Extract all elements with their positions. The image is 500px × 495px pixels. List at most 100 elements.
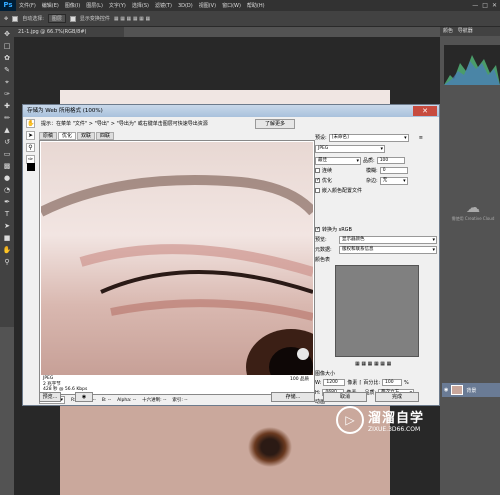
optimized-checkbox[interactable]: ✓ (315, 178, 320, 183)
auto-select-dropdown[interactable]: 图层 (47, 14, 66, 23)
preview-button[interactable]: 预览... (39, 392, 61, 402)
watermark-logo-icon: ▷ (336, 406, 364, 434)
menu-file[interactable]: 文件(F) (16, 2, 39, 9)
marquee-icon[interactable]: □ (2, 41, 12, 51)
learn-more-button[interactable]: 了解更多 (255, 119, 295, 129)
optimize-settings: 预设: [未命名] ≡ JPEG 最佳 品质: 100 连续 模糊: 0 ✓ 优… (315, 129, 439, 407)
move-tool-icon[interactable]: ✥ (4, 16, 8, 22)
document-tab[interactable]: 21-1.jpg @ 66.7%(RGB/8#) (14, 27, 124, 37)
path-select-icon[interactable]: ➤ (2, 221, 12, 231)
menu-image[interactable]: 图像(I) (62, 2, 83, 9)
lasso-icon[interactable]: ✿ (2, 53, 12, 63)
color-table-label: 颜色表 (315, 257, 331, 263)
hand-icon[interactable]: ✋ (26, 119, 35, 128)
histogram-panel (444, 45, 500, 85)
align-icons[interactable]: ▦ ▦ ▦ ▦ ▦ ▦ (114, 16, 150, 22)
quick-select-icon[interactable]: ✎ (2, 65, 12, 75)
menu-filter[interactable]: 滤镜(T) (152, 2, 175, 9)
metadata-dropdown[interactable]: 版权和联系信息 (339, 245, 437, 254)
preview-image[interactable] (41, 142, 313, 375)
healing-icon[interactable]: ✚ (2, 101, 12, 111)
menu-layer[interactable]: 图层(L) (83, 2, 106, 9)
matte-dropdown[interactable]: 无 (379, 176, 408, 185)
dodge-icon[interactable]: ◔ (2, 185, 12, 195)
menu-view[interactable]: 视图(V) (196, 2, 219, 9)
hand-icon[interactable]: ✋ (2, 245, 12, 255)
blur-field[interactable]: 0 (379, 167, 408, 174)
crop-icon[interactable]: ⌖ (2, 77, 12, 87)
width-unit: 像素 (347, 380, 358, 386)
preview-dropdown[interactable]: 显示器颜色 (339, 235, 437, 244)
convert-srgb-label: 转换为 sRGB (322, 227, 352, 233)
save-button[interactable]: 存储... (271, 392, 315, 402)
pen-icon[interactable]: ✒ (2, 197, 12, 207)
minimize-icon[interactable]: — (472, 2, 478, 9)
progressive-checkbox[interactable] (315, 168, 320, 173)
menu-edit[interactable]: 编辑(E) (39, 2, 62, 9)
status-index: 索引: -- (172, 398, 188, 403)
shape-icon[interactable]: ■ (2, 233, 12, 243)
format-dropdown[interactable]: JPEG (315, 144, 385, 153)
type-icon[interactable]: T (2, 209, 12, 219)
embed-profile-checkbox[interactable] (315, 188, 320, 193)
dialog-titlebar: 存储为 Web 所用格式 (100%) ✕ (23, 105, 439, 117)
quality-field[interactable]: 100 (376, 157, 405, 164)
layer-thumbnail (451, 385, 464, 395)
percent-field[interactable]: 100 (382, 379, 402, 386)
eyedropper-color-swatch[interactable] (27, 163, 35, 171)
brush-icon[interactable]: ✏ (2, 113, 12, 123)
photoshop-window: Ps 文件(F) 编辑(E) 图像(I) 图层(L) 文字(Y) 选择(S) 滤… (0, 0, 500, 495)
show-transform-label: 显示变换控件 (79, 16, 110, 22)
gradient-icon[interactable]: ▩ (2, 161, 12, 171)
menu-select[interactable]: 选择(S) (129, 2, 152, 9)
convert-srgb-checkbox[interactable]: ✓ (315, 227, 320, 232)
zoom-icon[interactable]: ⚲ (26, 143, 35, 152)
eye-icon[interactable]: ◉ (444, 387, 448, 393)
history-brush-icon[interactable]: ↺ (2, 137, 12, 147)
color-panel-tab[interactable]: 颜色 导航器 (440, 27, 500, 36)
watermark-url: ZIXUE.3D66.COM (368, 426, 421, 433)
auto-select-label: 自动选择: (22, 16, 44, 22)
maximize-icon[interactable]: □ (482, 2, 488, 9)
percent-unit: % (404, 379, 409, 386)
preset-label: 预设: (315, 135, 327, 141)
preview-label: 预览: (315, 237, 327, 243)
layer-name: 背景 (466, 387, 477, 394)
stamp-icon[interactable]: ▲ (2, 125, 12, 135)
tab-original[interactable]: 原稿 (39, 132, 58, 140)
color-table (335, 265, 419, 357)
width-field[interactable]: 1200 (323, 379, 346, 386)
quality-level-dropdown[interactable]: 最佳 (315, 156, 361, 165)
status-hex: 十六进制: -- (142, 398, 167, 403)
tools-panel: ✥ □ ✿ ✎ ⌖ ✑ ✚ ✏ ▲ ↺ ▭ ▩ ● ◔ ✒ T ➤ ■ ✋ ⚲ (0, 27, 14, 327)
slice-select-icon[interactable]: ➤ (26, 131, 35, 140)
menu-window[interactable]: 窗口(W) (219, 2, 244, 9)
layer-row-background[interactable]: ◉ 背景 (442, 383, 500, 397)
menu-type[interactable]: 文字(Y) (106, 2, 129, 9)
percent-label: 百分比: (363, 380, 380, 386)
dialog-close-button[interactable]: ✕ (413, 106, 437, 116)
auto-select-checkbox[interactable] (12, 15, 19, 22)
watermark-title: 溜溜自学 (368, 411, 425, 426)
browser-preview-button[interactable]: ◉ (75, 392, 93, 402)
matte-label: 杂边: (366, 178, 378, 184)
menu-3d[interactable]: 3D(D) (175, 3, 196, 9)
show-transform-checkbox[interactable] (69, 15, 76, 22)
move-icon[interactable]: ✥ (2, 29, 12, 39)
status-alpha: Alpha: -- (117, 397, 137, 403)
tab-optimized[interactable]: 优化 (58, 132, 77, 140)
blur-icon[interactable]: ● (2, 173, 12, 183)
preset-dropdown[interactable]: [未命名] (328, 133, 409, 142)
tab-2up[interactable]: 双联 (77, 132, 96, 140)
tab-4up[interactable]: 四联 (96, 132, 115, 140)
close-icon[interactable]: ✕ (492, 2, 497, 9)
view-tabs: 原稿 优化 双联 四联 (39, 132, 115, 140)
optimize-menu-icon[interactable]: ≡ (419, 135, 423, 141)
zoom-icon[interactable]: ⚲ (2, 257, 12, 267)
link-icon[interactable]: ⌈ (359, 380, 361, 386)
color-table-icons[interactable]: ▦ ▦ ▦ ▦ ▦ ▦ (355, 361, 391, 367)
menu-help[interactable]: 帮助(H) (244, 2, 268, 9)
histogram-graph (444, 55, 500, 85)
eyedropper-icon[interactable]: ✑ (2, 89, 12, 99)
eraser-icon[interactable]: ▭ (2, 149, 12, 159)
